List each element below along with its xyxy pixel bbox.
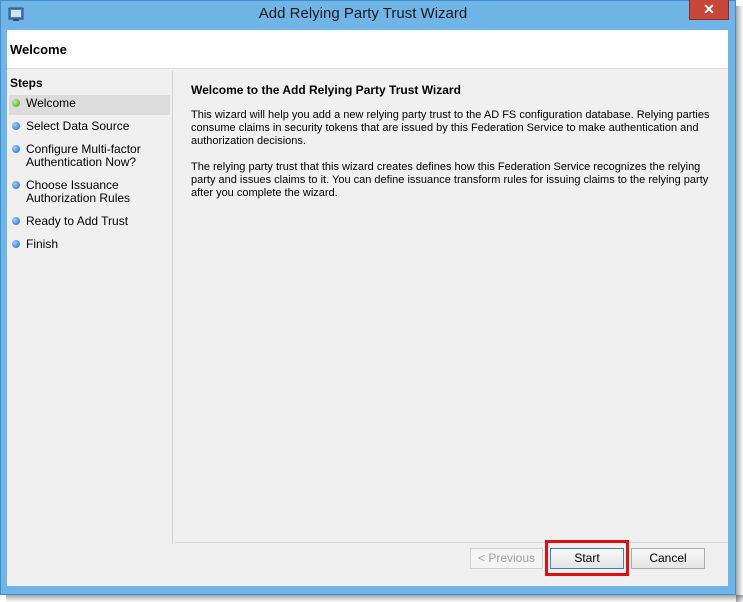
previous-button[interactable]: < Previous [470,548,543,569]
step-label: Select Data Source [26,119,130,133]
steps-panel: Steps Welcome Select Data Source Configu… [7,71,173,544]
step-label: Welcome [26,96,76,110]
step-welcome[interactable]: Welcome [9,95,170,115]
pending-step-icon [12,122,20,130]
content-title: Welcome to the Add Relying Party Trust W… [191,83,461,97]
window-shadow [736,6,743,602]
start-highlight-box [545,540,629,576]
button-divider [175,542,728,543]
step-label: Finish [26,237,59,251]
window-title: Add Relying Party Trust Wizard [258,5,468,22]
step-label: Ready to Add Trust [26,214,129,228]
step-select-data-source[interactable]: Select Data Source [9,118,170,138]
pending-step-icon [12,217,20,225]
step-configure-mfa[interactable]: Configure Multi-factor Authentication No… [9,141,170,171]
content-panel: Welcome to the Add Relying Party Trust W… [175,71,728,544]
page-header: Welcome [7,30,728,69]
wizard-client: Welcome Steps Welcome Select Data Source… [7,30,728,586]
step-finish[interactable]: Finish [9,236,170,256]
close-icon[interactable]: ✕ [689,0,729,20]
pending-step-icon [12,240,20,248]
current-step-icon [12,99,20,107]
info-paragraph: The relying party trust that this wizard… [191,161,709,199]
step-ready-to-add[interactable]: Ready to Add Trust [9,213,170,233]
pending-step-icon [12,181,20,189]
steps-title: Steps [10,76,43,90]
pending-step-icon [12,145,20,153]
step-choose-issuance[interactable]: Choose Issuance Authorization Rules [9,177,170,207]
cancel-button[interactable]: Cancel [631,548,705,569]
step-label: Choose Issuance Authorization Rules [26,178,131,205]
window-shadow-bottom [6,595,743,602]
page-title: Welcome [10,42,67,57]
step-label: Configure Multi-factor Authentication No… [26,142,141,169]
title-bar[interactable]: Add Relying Party Trust Wizard ✕ [0,0,734,30]
intro-paragraph: This wizard will help you add a new rely… [191,109,710,147]
